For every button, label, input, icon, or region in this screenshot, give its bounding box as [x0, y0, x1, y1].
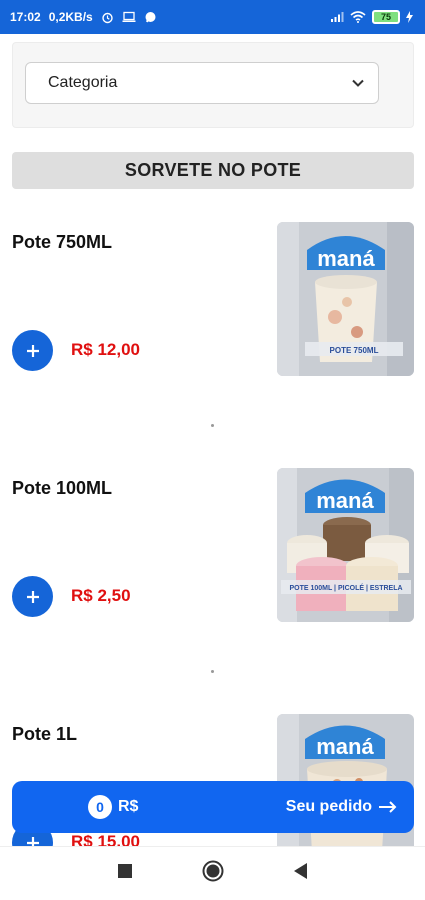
- view-order-button[interactable]: Seu pedido: [286, 798, 398, 816]
- alarm-icon: [101, 11, 114, 24]
- section-header: SORVETE NO POTE: [12, 152, 414, 189]
- status-bar: 17:02 0,2KB/s 75: [0, 0, 425, 34]
- view-order-label: Seu pedido: [285, 798, 372, 815]
- product-price: R$ 12,00: [71, 340, 140, 359]
- product-image[interactable]: maná POTE 100ML | PICOLÉ | ESTRELA: [277, 468, 414, 622]
- product-image-label: POTE 750ML: [330, 346, 379, 355]
- product-name: Pote 1L: [12, 724, 78, 744]
- product-image-label: POTE 100ML | PICOLÉ | ESTRELA: [289, 583, 402, 592]
- battery-level: 75: [380, 12, 391, 22]
- system-nav-bar: [0, 846, 425, 900]
- charging-icon: [406, 11, 413, 23]
- chevron-down-icon: [352, 74, 364, 92]
- status-time: 17:02: [10, 10, 41, 24]
- category-select-value: Categoria: [48, 74, 118, 91]
- chat-icon: [144, 11, 157, 24]
- battery-icon: 75: [372, 10, 400, 24]
- network-speed: 0,2KB/s: [48, 10, 93, 24]
- divider-dot: [211, 424, 214, 427]
- product-card[interactable]: Pote 750ML R$ 12,00 maná POTE 750ML: [0, 222, 425, 392]
- home-icon[interactable]: [202, 860, 224, 887]
- back-icon[interactable]: [293, 863, 308, 884]
- category-select[interactable]: Categoria: [25, 62, 379, 104]
- recent-apps-icon[interactable]: [117, 864, 132, 883]
- wifi-icon: [350, 11, 366, 23]
- plus-icon: [26, 836, 39, 846]
- order-bar[interactable]: 0 R$ Seu pedido: [12, 781, 414, 833]
- arrow-right-icon: [379, 801, 397, 813]
- divider-dot: [211, 670, 214, 673]
- product-name: Pote 100ML: [12, 478, 113, 498]
- laptop-icon: [122, 11, 136, 23]
- product-price: R$ 2,50: [71, 586, 131, 605]
- brand-logo-text: maná: [317, 246, 375, 271]
- main-content: Categoria SORVETE NO POTE Pote 750ML R$ …: [0, 34, 425, 846]
- product-price: R$ 15,00: [71, 832, 140, 846]
- add-to-cart-button[interactable]: [12, 330, 53, 371]
- plus-icon: [26, 590, 39, 603]
- product-card[interactable]: Pote 100ML R$ 2,50 maná POTE 100ML | PIC…: [0, 468, 425, 638]
- product-image[interactable]: maná POTE 750ML: [277, 222, 414, 376]
- signal-icon: [330, 11, 344, 23]
- product-name: Pote 750ML: [12, 232, 113, 252]
- brand-logo-text: maná: [316, 734, 374, 759]
- plus-icon: [26, 344, 39, 357]
- brand-logo-text: maná: [316, 488, 374, 513]
- filter-card: Categoria: [12, 42, 414, 128]
- add-to-cart-button[interactable]: [12, 576, 53, 617]
- order-total: R$: [118, 798, 139, 815]
- cart-count-badge: 0: [88, 795, 112, 819]
